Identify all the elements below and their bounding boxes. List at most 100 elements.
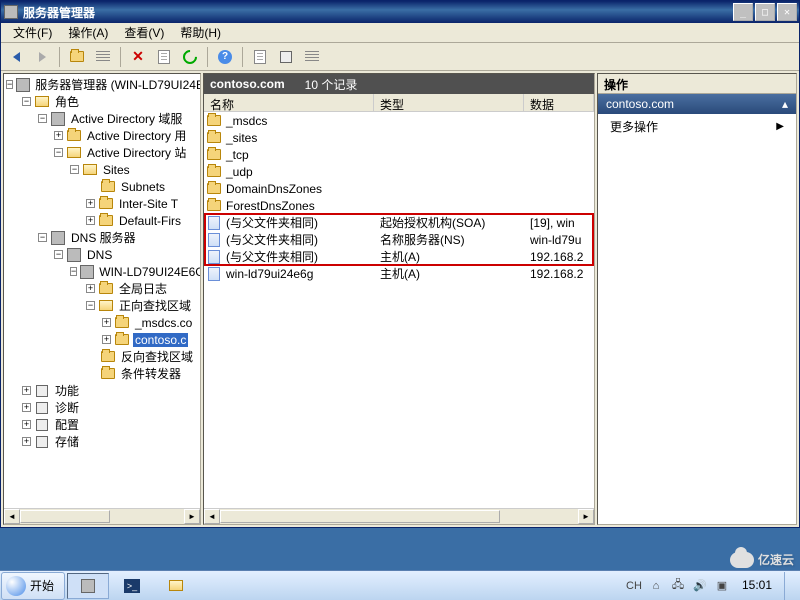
folder-icon xyxy=(206,183,222,194)
close-button[interactable]: ✕ xyxy=(777,3,797,21)
new-record-button[interactable] xyxy=(249,46,271,68)
col-name[interactable]: 名称 xyxy=(204,94,374,111)
scroll-track[interactable] xyxy=(220,509,578,524)
list-icon xyxy=(305,51,319,63)
tree-cond-fwd[interactable]: 条件转发器 xyxy=(6,365,198,382)
clock-time: 15:01 xyxy=(742,579,772,592)
arrow-left-icon xyxy=(13,52,20,62)
server-manager-window: 服务器管理器 _ □ ✕ 文件(F) 操作(A) 查看(V) 帮助(H) ✕ ?… xyxy=(0,0,800,528)
tree-global-log[interactable]: +全局日志 xyxy=(6,280,198,297)
tree-dns-server[interactable]: −DNS 服务器 xyxy=(6,229,198,246)
tree-scrollbar[interactable]: ◄ ► xyxy=(4,508,200,524)
tree-storage[interactable]: +存储 xyxy=(6,433,198,450)
collapse-icon[interactable]: ▴ xyxy=(782,97,788,111)
server-icon xyxy=(80,265,94,279)
tree-ad-users[interactable]: +Active Directory 用 xyxy=(6,127,198,144)
toolbar: ✕ ? xyxy=(1,43,799,71)
volume-icon[interactable]: 🔊 xyxy=(692,578,708,594)
record-row[interactable]: _udp xyxy=(204,163,594,180)
record-row[interactable]: (与父文件夹相同)名称服务器(NS)win-ld79u xyxy=(204,231,594,248)
more-actions-label: 更多操作 xyxy=(610,118,658,135)
tree-subnets[interactable]: Subnets xyxy=(6,178,198,195)
tree-dns[interactable]: −DNS xyxy=(6,246,198,263)
tray-icon[interactable]: ⌂ xyxy=(648,578,664,594)
properties-button[interactable] xyxy=(153,46,175,68)
menu-help[interactable]: 帮助(H) xyxy=(172,22,229,43)
tree-fwd-zones[interactable]: −正向查找区域 xyxy=(6,297,198,314)
view-button[interactable] xyxy=(301,46,323,68)
tree-diagnostics[interactable]: +诊断 xyxy=(6,399,198,416)
chevron-right-icon: ▶ xyxy=(776,121,784,132)
tree-root[interactable]: −服务器管理器 (WIN-LD79UI24E6 xyxy=(6,76,198,93)
tree-roles[interactable]: −角色 xyxy=(6,93,198,110)
tree-config[interactable]: +配置 xyxy=(6,416,198,433)
start-button[interactable]: 开始 xyxy=(1,572,65,600)
record-type: 主机(A) xyxy=(374,248,524,265)
tree-msdcs-zone[interactable]: +_msdcs.co xyxy=(6,314,198,331)
arrow-right-icon xyxy=(39,52,46,62)
scroll-left-button[interactable]: ◄ xyxy=(4,509,20,524)
scroll-right-button[interactable]: ► xyxy=(184,509,200,524)
record-name: _udp xyxy=(224,165,374,179)
tree-ad-sites[interactable]: −Active Directory 站 xyxy=(6,144,198,161)
record-row[interactable]: ForestDnsZones xyxy=(204,197,594,214)
tree-rev-zones[interactable]: 反向查找区域 xyxy=(6,348,198,365)
back-button[interactable] xyxy=(5,46,27,68)
tree-intersite[interactable]: +Inter-Site T xyxy=(6,195,198,212)
filter-button[interactable] xyxy=(275,46,297,68)
menu-view[interactable]: 查看(V) xyxy=(116,22,172,43)
scroll-thumb[interactable] xyxy=(220,510,500,523)
scroll-left-button[interactable]: ◄ xyxy=(204,509,220,524)
menu-file[interactable]: 文件(F) xyxy=(5,22,60,43)
records-list[interactable]: _msdcs_sites_tcp _udpDomainDnsZones Forest… xyxy=(204,112,594,508)
server-icon xyxy=(81,579,95,593)
actions-context: contoso.com ▴ xyxy=(598,94,796,114)
scroll-track[interactable] xyxy=(20,509,184,524)
record-row[interactable]: _tcp xyxy=(204,146,594,163)
maximize-button[interactable]: □ xyxy=(755,3,775,21)
records-scrollbar[interactable]: ◄ ► xyxy=(204,508,594,524)
clock[interactable]: 15:01 xyxy=(736,579,778,592)
record-name: ForestDnsZones xyxy=(224,199,374,213)
record-row[interactable]: (与父文件夹相同)起始授权机构(SOA)[19], win xyxy=(204,214,594,231)
network-icon[interactable]: 🖧 xyxy=(670,578,686,594)
more-actions[interactable]: 更多操作 ▶ xyxy=(598,114,796,139)
tree-dns-host[interactable]: −WIN-LD79UI24E6G xyxy=(6,263,198,280)
tray-icon[interactable]: ▣ xyxy=(714,578,730,594)
scroll-thumb[interactable] xyxy=(20,510,110,523)
toolbar-separator xyxy=(120,47,121,67)
col-data[interactable]: 数据 xyxy=(524,94,594,111)
up-button[interactable] xyxy=(66,46,88,68)
tree-contoso-zone[interactable]: +contoso.c xyxy=(6,331,198,348)
minimize-button[interactable]: _ xyxy=(733,3,753,21)
scroll-right-button[interactable]: ► xyxy=(578,509,594,524)
dns-icon xyxy=(67,248,81,262)
tree-sites[interactable]: −Sites xyxy=(6,161,198,178)
forward-button[interactable] xyxy=(31,46,53,68)
tree-features[interactable]: +功能 xyxy=(6,382,198,399)
show-hide-button[interactable] xyxy=(92,46,114,68)
col-type[interactable]: 类型 xyxy=(374,94,524,111)
refresh-icon xyxy=(180,47,200,67)
record-row[interactable]: _msdcs xyxy=(204,112,594,129)
taskbar-item-explorer[interactable] xyxy=(155,573,197,599)
help-button[interactable]: ? xyxy=(214,46,236,68)
record-row[interactable]: DomainDnsZones xyxy=(204,180,594,197)
tree[interactable]: −服务器管理器 (WIN-LD79UI24E6 −角色 −Active Dire… xyxy=(4,74,200,508)
record-row[interactable]: win-ld79ui24e6g主机(A)192.168.2 xyxy=(204,265,594,282)
record-row[interactable]: (与父文件夹相同)主机(A)192.168.2 xyxy=(204,248,594,265)
refresh-button[interactable] xyxy=(179,46,201,68)
ime-indicator[interactable]: CH xyxy=(626,578,642,594)
actions-context-label: contoso.com xyxy=(606,97,674,111)
tree-adds[interactable]: −Active Directory 域服 xyxy=(6,110,198,127)
show-desktop[interactable] xyxy=(784,572,792,600)
delete-button[interactable]: ✕ xyxy=(127,46,149,68)
toolbar-separator xyxy=(242,47,243,67)
taskbar-item-server-manager[interactable] xyxy=(67,573,109,599)
record-icon xyxy=(206,250,222,264)
menu-action[interactable]: 操作(A) xyxy=(60,22,116,43)
record-row[interactable]: _sites xyxy=(204,129,594,146)
taskbar-item-powershell[interactable]: >_ xyxy=(111,573,153,599)
titlebar[interactable]: 服务器管理器 _ □ ✕ xyxy=(1,1,799,23)
tree-defaultfirst[interactable]: +Default-Firs xyxy=(6,212,198,229)
